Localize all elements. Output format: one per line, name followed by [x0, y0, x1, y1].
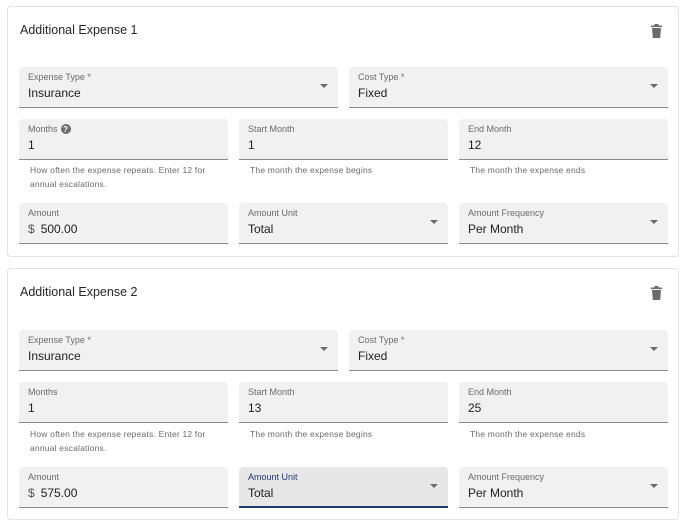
field-label: Amount	[28, 472, 60, 482]
field-label: Amount	[28, 208, 60, 218]
amount-value: 500.00	[40, 222, 78, 236]
field-label: Cost Type *	[358, 335, 405, 345]
dropdown-arrow-icon	[650, 484, 658, 488]
dropdown-arrow-icon	[650, 84, 658, 88]
field-label: Months	[28, 387, 58, 397]
dropdown-arrow-icon	[320, 347, 328, 351]
field-value: Total	[248, 222, 274, 236]
months-helper-text: How often the expense repeats. Enter 12 …	[30, 429, 206, 453]
field-label: Start Month	[248, 124, 295, 134]
start-month-helper-text: The month the expense begins	[250, 429, 373, 439]
expense-type-select[interactable]: Expense Type * Insurance	[19, 67, 338, 108]
field-value: 1	[28, 138, 35, 152]
field-value: Per Month	[468, 486, 524, 500]
field-label: Expense Type *	[28, 72, 91, 82]
dropdown-arrow-icon	[320, 84, 328, 88]
start-month-input[interactable]: Start Month 1	[239, 119, 448, 160]
months-input[interactable]: Months 1	[19, 382, 228, 423]
field-value: Total	[248, 486, 274, 500]
field-value: $575.00	[28, 486, 77, 500]
field-label: End Month	[468, 124, 512, 134]
field-value: Fixed	[358, 349, 388, 363]
months-input[interactable]: Months? 1	[19, 119, 228, 160]
end-month-helper-text: The month the expense ends	[470, 429, 586, 439]
dropdown-arrow-icon	[650, 347, 658, 351]
field-value: Insurance	[28, 349, 81, 363]
field-value: Per Month	[468, 222, 524, 236]
start-month-input[interactable]: Start Month 13	[239, 382, 448, 423]
field-label: Amount Unit	[248, 208, 298, 218]
dropdown-arrow-icon	[430, 484, 438, 488]
start-month-helper-text: The month the expense begins	[250, 165, 373, 175]
expense-type-select[interactable]: Expense Type * Insurance	[19, 330, 338, 371]
amount-unit-select[interactable]: Amount Unit Total	[239, 203, 448, 244]
field-label: Cost Type *	[358, 72, 405, 82]
label-text: Months	[28, 124, 58, 134]
card-title: Additional Expense 2	[20, 285, 138, 299]
trash-icon	[650, 286, 662, 300]
amount-unit-select[interactable]: Amount Unit Total	[239, 467, 448, 508]
delete-expense-button[interactable]	[648, 22, 664, 40]
field-value: 1	[28, 401, 35, 415]
cost-type-select[interactable]: Cost Type * Fixed	[349, 330, 668, 371]
currency-prefix: $	[28, 222, 35, 236]
field-value: Insurance	[28, 86, 81, 100]
field-label: Expense Type *	[28, 335, 91, 345]
amount-frequency-select[interactable]: Amount Frequency Per Month	[459, 467, 668, 508]
card-title: Additional Expense 1	[20, 23, 138, 37]
field-value: $500.00	[28, 222, 77, 236]
field-label: Amount Frequency	[468, 208, 545, 218]
amount-value: 575.00	[40, 486, 78, 500]
expense-card-1: Additional Expense 1 Expense Type * Insu…	[7, 6, 679, 257]
currency-prefix: $	[28, 486, 35, 500]
delete-expense-button[interactable]	[648, 284, 664, 302]
field-value: 13	[248, 401, 262, 415]
amount-input[interactable]: Amount $500.00	[19, 203, 228, 244]
field-value: 1	[248, 138, 255, 152]
field-label: Amount Frequency	[468, 472, 545, 482]
field-label: End Month	[468, 387, 512, 397]
field-label: Months?	[28, 124, 71, 134]
cost-type-select[interactable]: Cost Type * Fixed	[349, 67, 668, 108]
amount-frequency-select[interactable]: Amount Frequency Per Month	[459, 203, 668, 244]
field-label: Start Month	[248, 387, 295, 397]
field-label: Amount Unit	[248, 472, 298, 482]
dropdown-arrow-icon	[650, 220, 658, 224]
amount-input[interactable]: Amount $575.00	[19, 467, 228, 508]
end-month-helper-text: The month the expense ends	[470, 165, 586, 175]
field-value: 25	[468, 401, 482, 415]
field-value: Fixed	[358, 86, 388, 100]
field-value: 12	[468, 138, 482, 152]
end-month-input[interactable]: End Month 12	[459, 119, 668, 160]
question-circle-icon[interactable]: ?	[60, 124, 71, 134]
expense-card-2: Additional Expense 2 Expense Type * Insu…	[7, 268, 679, 520]
trash-icon	[650, 24, 662, 38]
end-month-input[interactable]: End Month 25	[459, 382, 668, 423]
months-helper-text: How often the expense repeats. Enter 12 …	[30, 165, 206, 189]
dropdown-arrow-icon	[430, 220, 438, 224]
